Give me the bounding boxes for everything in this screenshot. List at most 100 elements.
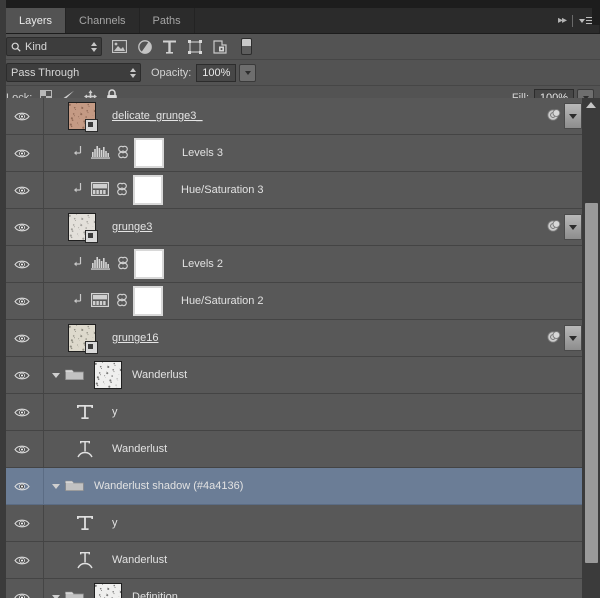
mask-link-icon[interactable] xyxy=(118,256,128,273)
group-expand-arrow-icon[interactable] xyxy=(52,483,60,489)
scrollbar-thumb[interactable] xyxy=(585,203,598,563)
type-layer-filter-icon[interactable] xyxy=(162,39,177,54)
collapse-panel-icon[interactable]: ▸▸ xyxy=(558,15,567,26)
expand-effects-button[interactable] xyxy=(564,325,582,351)
eye-glyph xyxy=(13,556,30,564)
blend-mode-select[interactable]: Pass Through xyxy=(6,63,141,82)
opacity-stepper-button[interactable] xyxy=(239,63,257,82)
filter-toggle-switch[interactable] xyxy=(241,38,252,55)
layer-row[interactable]: Wanderlust shadow (#4a4136) xyxy=(0,468,600,505)
layer-row[interactable]: y xyxy=(0,394,600,431)
layer-name[interactable]: Wanderlust xyxy=(132,369,187,381)
layer-row[interactable]: grunge3 xyxy=(0,209,600,246)
layer-mask-thumbnail[interactable] xyxy=(134,138,164,168)
layer-name[interactable]: Hue/Saturation 2 xyxy=(181,295,264,307)
layer-mask-thumbnail[interactable] xyxy=(133,175,163,205)
folder-icon-wrap xyxy=(65,589,84,598)
layer-mask-thumbnail[interactable] xyxy=(134,249,164,279)
opacity-input[interactable]: 100% xyxy=(196,63,237,82)
expand-effects-button[interactable] xyxy=(564,103,582,129)
layer-name[interactable]: Wanderlust xyxy=(112,443,167,455)
layer-name[interactable]: grunge16 xyxy=(112,332,159,344)
layer-list[interactable]: delicate_grunge3_ Levels 3 Hue/Saturation … xyxy=(0,98,600,598)
layer-thumbnail[interactable] xyxy=(68,213,98,243)
blend-mode-stepper-icon[interactable] xyxy=(130,67,136,78)
layer-visibility-toggle[interactable] xyxy=(0,283,44,319)
adjustment-layer-filter-icon[interactable] xyxy=(137,39,152,54)
eye-glyph xyxy=(13,297,30,305)
layer-name[interactable]: y xyxy=(112,517,118,529)
layer-thumbnail[interactable] xyxy=(94,583,122,598)
layer-name[interactable]: Levels 2 xyxy=(182,258,223,270)
shape-layer-filter-icon[interactable] xyxy=(187,39,202,54)
smart-object-filter-icon[interactable] xyxy=(212,39,227,54)
layer-effects-icon-wrap[interactable] xyxy=(547,219,561,236)
layer-row[interactable]: Hue/Saturation 2 xyxy=(0,283,600,320)
layer-thumbnail[interactable] xyxy=(68,324,98,354)
layer-row[interactable]: Wanderlust xyxy=(0,431,600,468)
mask-link-icon[interactable] xyxy=(117,182,127,199)
layer-effects-icon-wrap[interactable] xyxy=(547,330,561,347)
tab-channels[interactable]: Channels xyxy=(66,8,140,33)
filter-kind-stepper-icon[interactable] xyxy=(91,41,97,52)
layer-visibility-toggle[interactable] xyxy=(0,542,44,578)
scroll-up-arrow-icon[interactable] xyxy=(586,102,596,108)
layer-name[interactable]: Hue/Saturation 3 xyxy=(181,184,264,196)
layer-visibility-toggle[interactable] xyxy=(0,394,44,430)
layer-name[interactable]: Wanderlust shadow (#4a4136) xyxy=(94,480,243,492)
layer-name[interactable]: delicate_grunge3_ xyxy=(112,110,203,122)
layer-row[interactable]: Definition xyxy=(0,579,600,598)
layer-visibility-toggle[interactable] xyxy=(0,320,44,356)
expand-effects-button[interactable] xyxy=(564,214,582,240)
filter-kind-select[interactable]: Kind xyxy=(6,37,102,56)
filter-type-icons xyxy=(112,38,252,55)
layer-effects-icon-wrap[interactable] xyxy=(547,108,561,125)
clipping-indicator xyxy=(74,257,83,271)
layer-name[interactable]: Wanderlust xyxy=(112,554,167,566)
layer-row[interactable]: Wanderlust xyxy=(0,542,600,579)
layer-row[interactable]: Levels 2 xyxy=(0,246,600,283)
layer-visibility-toggle[interactable] xyxy=(0,246,44,282)
layer-effects-cell xyxy=(547,320,582,356)
layer-row[interactable]: delicate_grunge3_ xyxy=(0,98,600,135)
layer-name[interactable]: Levels 3 xyxy=(182,147,223,159)
group-expand-arrow-icon[interactable] xyxy=(52,594,60,598)
layer-visibility-toggle[interactable] xyxy=(0,431,44,467)
layer-visibility-toggle[interactable] xyxy=(0,98,44,134)
layer-list-scrollbar[interactable] xyxy=(582,98,600,598)
link-mask-icon xyxy=(118,256,128,269)
layer-name[interactable]: grunge3 xyxy=(112,221,152,233)
type-icon-wrap xyxy=(74,514,96,532)
eye-glyph xyxy=(13,408,30,416)
layer-visibility-toggle[interactable] xyxy=(0,172,44,208)
layer-row[interactable]: y xyxy=(0,505,600,542)
layer-visibility-toggle[interactable] xyxy=(0,209,44,245)
layer-visibility-toggle[interactable] xyxy=(0,135,44,171)
mask-link-icon[interactable] xyxy=(118,145,128,162)
layer-row-content: grunge16 xyxy=(44,320,600,356)
tab-bar-filler xyxy=(194,8,600,33)
tab-paths[interactable]: Paths xyxy=(139,8,195,33)
layer-visibility-toggle[interactable] xyxy=(0,468,44,504)
panel-tab-buttons: ▸▸ xyxy=(558,8,596,33)
layer-visibility-toggle[interactable] xyxy=(0,357,44,393)
layer-row[interactable]: grunge16 xyxy=(0,320,600,357)
layer-row[interactable]: Wanderlust xyxy=(0,357,600,394)
tab-layers[interactable]: Layers xyxy=(6,8,67,33)
layer-visibility-toggle[interactable] xyxy=(0,505,44,541)
layer-name[interactable]: y xyxy=(112,406,118,418)
layer-row[interactable]: Hue/Saturation 3 xyxy=(0,172,600,209)
layer-thumbnail[interactable] xyxy=(68,102,98,132)
layer-row[interactable]: Levels 3 xyxy=(0,135,600,172)
pixel-layer-filter-icon[interactable] xyxy=(112,39,127,54)
layer-name[interactable]: Definition xyxy=(132,591,178,598)
layer-row-content: Hue/Saturation 2 xyxy=(44,283,600,319)
folder-icon xyxy=(65,591,84,598)
warped-type-layer-icon xyxy=(77,441,93,458)
group-expand-arrow-icon[interactable] xyxy=(52,372,60,378)
link-mask-icon xyxy=(118,145,128,158)
layer-mask-thumbnail[interactable] xyxy=(133,286,163,316)
layer-thumbnail[interactable] xyxy=(94,361,122,389)
mask-link-icon[interactable] xyxy=(117,293,127,310)
layer-visibility-toggle[interactable] xyxy=(0,579,44,598)
